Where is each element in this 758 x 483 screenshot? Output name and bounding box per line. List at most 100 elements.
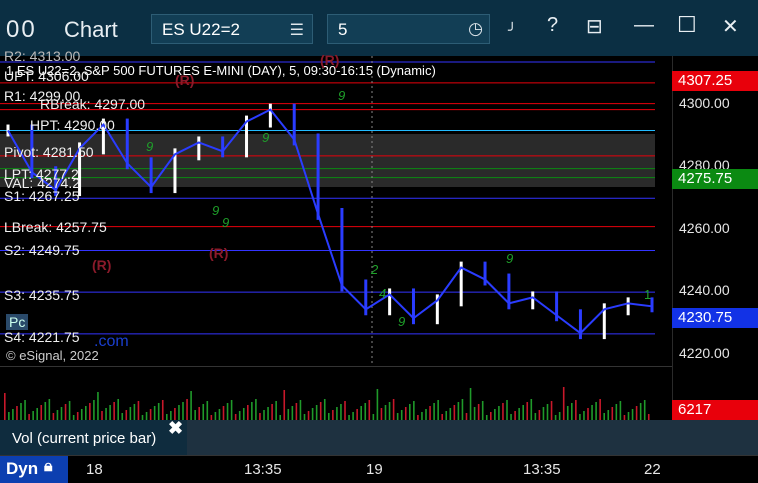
level-label-hpt: HPT: 4290.00 — [30, 117, 115, 133]
volume-bar — [591, 405, 593, 421]
volume-bar — [376, 389, 379, 421]
volume-bar — [639, 403, 642, 421]
volume-bar — [323, 399, 326, 421]
volume-bar — [388, 402, 391, 421]
volume-bar — [599, 399, 601, 421]
level-label-s2: S2: 4249.75 — [4, 242, 80, 258]
volume-bar — [404, 407, 407, 421]
export-icon[interactable]: ⊟ — [586, 14, 603, 39]
volume-bar — [161, 400, 164, 421]
volume-bar — [85, 406, 87, 421]
volume-bar — [336, 407, 338, 421]
volume-svg — [4, 387, 650, 421]
volume-bar — [473, 407, 476, 421]
clock-icon[interactable]: ◷ — [468, 19, 483, 39]
volume-study-label[interactable]: Vol (current price bar) ✖ — [0, 418, 187, 455]
level-label-s1: S1: 4267.25 — [4, 188, 80, 204]
price-axis[interactable]: 4300.00 4280.00 4260.00 4240.00 4220.00 — [672, 56, 758, 420]
count-label: 9 — [212, 203, 220, 218]
study-band — [187, 420, 758, 455]
symbol-input[interactable]: ES U22=2 ☰ — [151, 14, 313, 44]
volume-bar — [384, 405, 387, 421]
time-tick: 18 — [86, 461, 103, 478]
volume-bar — [68, 401, 71, 421]
count-label: 9 — [146, 139, 154, 154]
window-title: Chart — [64, 17, 118, 42]
copyright: © eSignal, 2022 — [6, 348, 99, 363]
link-icon[interactable]: ╯ — [508, 22, 516, 39]
volume-bar — [222, 406, 225, 421]
volume-bar — [117, 399, 119, 421]
volume-bar — [24, 400, 26, 421]
count-label: 9 — [338, 88, 346, 103]
volume-bar — [566, 406, 569, 421]
volume-bar — [20, 403, 22, 421]
volume-bar — [64, 404, 67, 421]
help-button[interactable]: ? — [547, 14, 558, 37]
close-icon[interactable]: ✕ — [722, 14, 739, 39]
r-marker: (R) — [175, 72, 195, 88]
volume-bar — [562, 387, 565, 421]
count-label: 2 — [371, 262, 379, 277]
volume-bar — [230, 400, 233, 421]
price-tick: 4260.00 — [679, 220, 730, 236]
time-tick: 13:35 — [523, 461, 561, 478]
maximize-icon[interactable]: ☐ — [677, 12, 697, 38]
price-tick: 4300.00 — [679, 95, 730, 111]
volume-bar — [267, 407, 269, 421]
level-label-r2: R2: 4313.00 — [4, 48, 81, 64]
volume-bar — [113, 402, 115, 421]
volume-bar — [481, 401, 484, 421]
volume-bar — [206, 401, 209, 421]
volume-bar — [299, 400, 302, 421]
volume-bar — [93, 400, 95, 421]
interval-input[interactable]: 5 ◷ — [327, 14, 490, 44]
volume-bar — [364, 403, 367, 421]
r-marker: (R) — [209, 245, 229, 261]
volume-bar — [409, 404, 411, 421]
volume-bar — [498, 406, 500, 421]
volume-bar — [89, 403, 91, 421]
volume-bar — [526, 402, 529, 421]
time-axis[interactable]: Dyn 🔒︎ 18 13:35 19 13:35 22 — [0, 455, 758, 483]
count-label: 9 — [506, 251, 514, 266]
level-label-s3: S3: 4235.75 — [4, 287, 80, 303]
volume-bar — [202, 404, 205, 421]
volume-bar — [153, 406, 156, 421]
price-tick: 4240.00 — [679, 282, 730, 298]
price-box-pivot: 4275.75 — [672, 169, 758, 189]
volume-bar — [291, 406, 294, 421]
level-label-rbreak: RBreak: 4297.00 — [40, 96, 146, 112]
volume-bar — [506, 400, 508, 421]
volume-bar — [457, 402, 460, 421]
volume-bar — [271, 404, 273, 421]
level-label-lbreak: LBreak: 4257.75 — [4, 219, 107, 235]
volume-bar — [429, 406, 431, 421]
volume-bar — [360, 406, 362, 421]
volume-bar — [469, 388, 472, 421]
volume-bar — [530, 399, 533, 421]
watermark-text: .com — [94, 333, 129, 350]
volume-bar — [283, 390, 286, 421]
level-label-pivot: Pivot: 4281.50 — [4, 144, 94, 160]
chart-window-icon: 00 — [6, 16, 37, 43]
lock-icon[interactable]: 🔒︎ — [44, 458, 53, 476]
volume-bar — [129, 407, 132, 421]
volume-bar — [190, 391, 192, 421]
title-bar: 00 Chart ES U22=2 ☰ 5 ◷ ╯ ? ⊟ — ☐ ✕ — [0, 0, 758, 56]
volume-bar — [453, 405, 456, 421]
dyn-button[interactable]: Dyn 🔒︎ — [0, 456, 68, 483]
volume-bar — [44, 402, 47, 421]
count-label: 9 — [398, 314, 406, 329]
level-label-s4: S4: 4221.75 — [4, 329, 80, 345]
volume-bar — [575, 400, 577, 421]
volume-bar — [133, 404, 136, 421]
list-icon[interactable]: ☰ — [290, 20, 304, 40]
close-study-icon[interactable]: ✖ — [168, 418, 183, 439]
volume-bar — [255, 399, 257, 421]
minimize-icon[interactable]: — — [634, 14, 654, 37]
volume-bar — [344, 401, 346, 421]
volume-panel[interactable] — [0, 366, 672, 421]
volume-bar — [295, 403, 298, 421]
volume-bar — [392, 399, 395, 421]
